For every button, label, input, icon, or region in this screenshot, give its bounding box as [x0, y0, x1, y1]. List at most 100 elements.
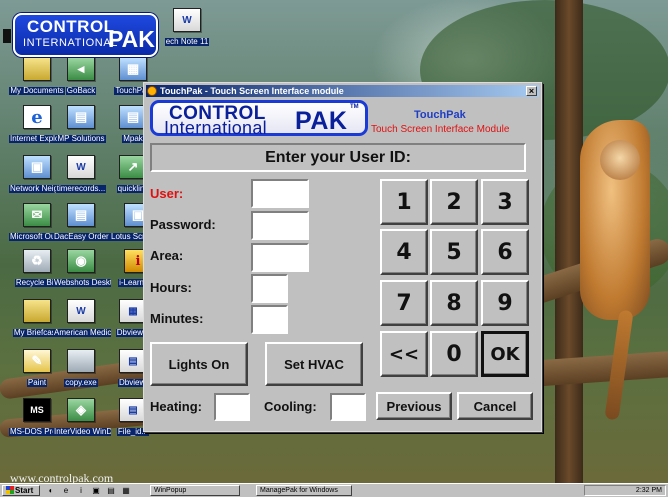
logo-trademark: TM: [350, 104, 359, 110]
quicklaunch-icon[interactable]: ◐: [46, 486, 56, 496]
keypad-8-button[interactable]: 8: [430, 280, 478, 326]
touchpak-window: TouchPak - Touch Screen Interface module…: [143, 82, 542, 432]
icon-label: timerecords...: [55, 185, 107, 193]
area-label: Area:: [150, 248, 184, 263]
lights-on-button[interactable]: Lights On: [150, 342, 248, 386]
quicklaunch-icon[interactable]: i: [76, 486, 86, 496]
clock: 2:32 PM: [635, 487, 662, 494]
keypad-0-button[interactable]: 0: [430, 331, 478, 377]
badge-line2: INTERNATIONAL: [23, 37, 118, 49]
close-icon: ×: [528, 86, 535, 96]
icon-timerecords[interactable]: Wtimerecords...: [53, 155, 109, 198]
keypad-ok-button[interactable]: OK: [481, 331, 529, 377]
cooling-label: Cooling:: [264, 399, 317, 414]
heating-label: Heating:: [150, 399, 202, 414]
folder-icon: [23, 299, 51, 323]
app-icon: [147, 86, 157, 96]
quicklaunch-icon[interactable]: ▤: [106, 486, 116, 496]
prompt-text: Enter your User ID:: [265, 149, 411, 166]
icon-tech-note[interactable]: Wech Note 11: [159, 8, 215, 51]
quicklaunch-icon[interactable]: ▣: [91, 486, 101, 496]
doc-icon: W: [67, 299, 95, 323]
task-winpopup[interactable]: WinPopup: [150, 485, 240, 496]
task-managepak[interactable]: ManagePak for Windows: [256, 485, 352, 496]
watermark-url: www.controlpak.com: [10, 471, 114, 483]
badge-clip: [3, 29, 11, 43]
icon-mp-solutions[interactable]: ▤ MP Solutions: [53, 105, 109, 148]
icon-intervideo-windvd[interactable]: ◈ InterVideo WinDVD: [53, 398, 111, 441]
icon-goback[interactable]: ◂ GoBack: [53, 57, 109, 100]
icon-copy-exe[interactable]: copy.exe: [53, 349, 109, 392]
windows-logo-icon: [6, 486, 14, 494]
quicklaunch-icon[interactable]: e: [61, 486, 71, 496]
icon-label: copy.exe: [64, 379, 98, 387]
app-icon: ◉: [67, 249, 95, 273]
folder-icon: [23, 57, 51, 81]
keypad-6-button[interactable]: 6: [481, 229, 529, 275]
hours-input[interactable]: [251, 274, 288, 303]
controlpak-logo: CONTROL International PAK TM: [150, 100, 368, 138]
ie-icon: e: [23, 105, 51, 129]
cancel-button[interactable]: Cancel: [457, 392, 533, 420]
password-input[interactable]: [251, 211, 309, 240]
previous-button[interactable]: Previous: [376, 392, 452, 420]
pc-icon: ▤: [67, 105, 95, 129]
hours-label: Hours:: [150, 280, 192, 295]
bin-icon: [67, 349, 95, 373]
product-subtitle: Touch Screen Interface Module: [371, 124, 510, 135]
icon-webshots[interactable]: ◉ Webshots Desktop!: [53, 249, 111, 292]
window-title: TouchPak - Touch Screen Interface module: [160, 86, 344, 96]
area-input[interactable]: [251, 243, 309, 272]
keypad-2-button[interactable]: 2: [430, 179, 478, 225]
keypad-5-button[interactable]: 5: [430, 229, 478, 275]
wallpaper-tree-trunk: [555, 0, 583, 483]
start-button[interactable]: Start: [2, 485, 40, 496]
start-label: Start: [15, 486, 34, 495]
close-button[interactable]: ×: [526, 86, 537, 96]
icon-label: DacEasy Order Entry ...: [53, 233, 111, 241]
app-icon: ◈: [67, 398, 95, 422]
doc-icon: W: [67, 155, 95, 179]
minutes-input[interactable]: [251, 305, 288, 334]
app-icon: ✉: [23, 203, 51, 227]
product-name: TouchPak: [414, 109, 466, 121]
window-titlebar[interactable]: TouchPak - Touch Screen Interface module…: [146, 85, 539, 97]
quicklaunch-icon[interactable]: ▦: [121, 486, 131, 496]
keypad-4-button[interactable]: 4: [380, 229, 428, 275]
password-label: Password:: [150, 217, 216, 232]
keypad-9-button[interactable]: 9: [481, 280, 529, 326]
keypad-1-button[interactable]: 1: [380, 179, 428, 225]
app-icon: ◂: [67, 57, 95, 81]
heating-input[interactable]: [214, 393, 250, 421]
icon-label: GoBack: [65, 87, 97, 95]
badge-line3: PAK: [108, 26, 155, 52]
controlpak-badge: CONTROL INTERNATIONAL PAK: [13, 13, 158, 57]
paint-icon: ✎: [23, 349, 51, 373]
set-hvac-button[interactable]: Set HVAC: [265, 342, 363, 386]
icon-american-medical[interactable]: W American Medical Rei...: [53, 299, 111, 342]
user-label: User:: [150, 186, 184, 201]
user-input[interactable]: [251, 179, 309, 208]
icon-label: MP Solutions: [56, 135, 106, 143]
badge-line1: CONTROL: [27, 17, 115, 36]
logo-line2: International: [164, 118, 267, 138]
icon-label: Paint: [26, 379, 48, 387]
keypad-3-button[interactable]: 3: [481, 179, 529, 225]
icon-label: ech Note 11: [164, 38, 210, 46]
dos-icon: MS: [23, 398, 51, 422]
task-label: WinPopup: [154, 487, 187, 494]
taskbar: Start ◐ e i ▣ ▤ ▦ WinPopup ManagePak for Wind…: [0, 483, 668, 497]
icon-label: American Medical Rei...: [53, 329, 111, 337]
pc-icon: ▣: [23, 155, 51, 179]
pc-icon: ▦: [119, 57, 147, 81]
icon-label: Mpak: [122, 135, 144, 143]
cooling-input[interactable]: [330, 393, 366, 421]
keypad-backspace-button[interactable]: <<: [380, 331, 428, 377]
wallpaper-monkey-face: [600, 140, 640, 180]
icon-daceasy[interactable]: ▤ DacEasy Order Entry ...: [53, 203, 111, 246]
icon-label: Webshots Desktop!: [53, 279, 111, 287]
system-tray: 2:32 PM: [584, 485, 666, 496]
keypad-7-button[interactable]: 7: [380, 280, 428, 326]
prompt-panel: Enter your User ID:: [150, 143, 526, 172]
logo-line3: PAK: [295, 107, 348, 135]
